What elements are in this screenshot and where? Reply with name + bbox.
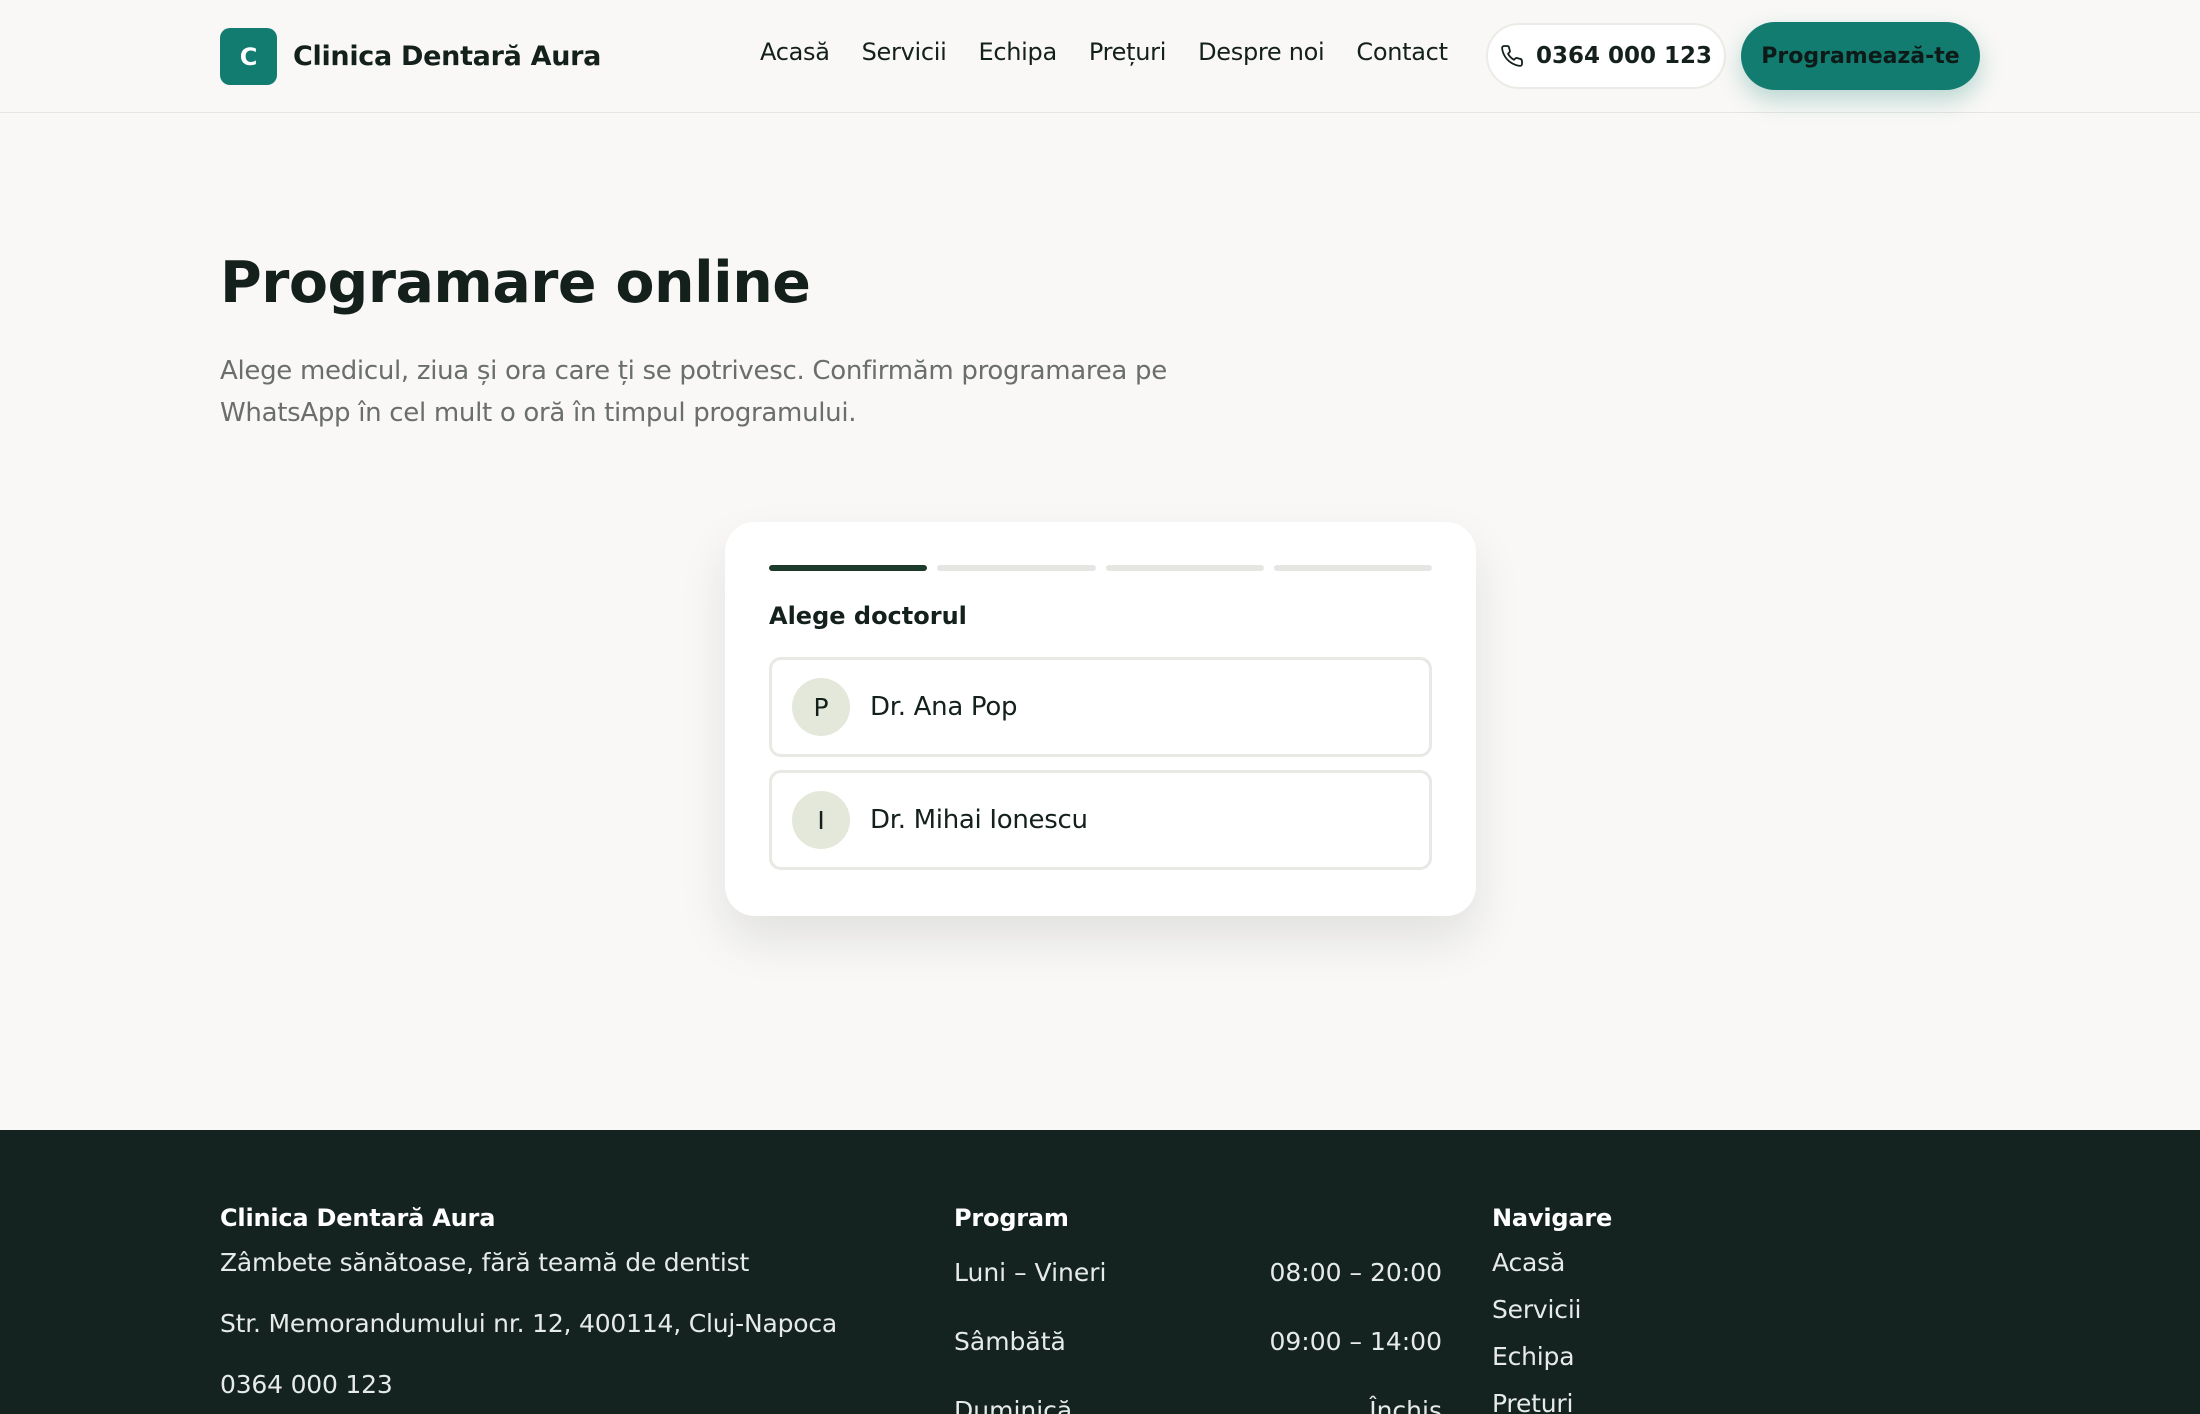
progress-steps bbox=[769, 565, 1432, 571]
doctor-name: Dr. Ana Pop bbox=[870, 692, 1018, 722]
brand-link[interactable]: C Clinica Dentară Aura bbox=[220, 28, 601, 85]
main-nav: Acasă Servicii Echipa Prețuri Despre noi… bbox=[760, 38, 1448, 66]
step-title: Alege doctorul bbox=[769, 602, 967, 630]
program-hours: 08:00 – 20:00 bbox=[1269, 1258, 1443, 1287]
navigation-heading: Navigare bbox=[1492, 1204, 1613, 1232]
avatar: I bbox=[792, 791, 850, 849]
footer-nav-servicii[interactable]: Servicii bbox=[1492, 1295, 1612, 1324]
phone-button[interactable]: 0364 000 123 bbox=[1486, 23, 1726, 89]
program-day: Duminică bbox=[954, 1396, 1073, 1414]
nav-item-echipa[interactable]: Echipa bbox=[979, 38, 1058, 66]
program-day: Luni – Vineri bbox=[954, 1258, 1107, 1287]
site-footer: Clinica Dentară Aura Zâmbete sănătoase, … bbox=[0, 1130, 2200, 1414]
footer-navigation: Navigare Acasă Servicii Echipa Prețuri bbox=[1492, 1204, 1612, 1414]
book-appointment-button[interactable]: Programează-te bbox=[1741, 22, 1980, 90]
footer-phone[interactable]: 0364 000 123 bbox=[220, 1370, 837, 1399]
program-row: Luni – Vineri 08:00 – 20:00 bbox=[954, 1258, 1442, 1287]
nav-item-acasa[interactable]: Acasă bbox=[760, 38, 830, 66]
nav-item-preturi[interactable]: Prețuri bbox=[1089, 38, 1167, 66]
nav-item-servicii[interactable]: Servicii bbox=[862, 38, 947, 66]
footer-program: Program Luni – Vineri 08:00 – 20:00 Sâmb… bbox=[954, 1204, 1442, 1414]
progress-step-1 bbox=[769, 565, 928, 571]
program-hours: 09:00 – 14:00 bbox=[1269, 1327, 1443, 1356]
footer-nav-acasa[interactable]: Acasă bbox=[1492, 1248, 1612, 1277]
program-day: Sâmbătă bbox=[954, 1327, 1066, 1356]
nav-item-contact[interactable]: Contact bbox=[1356, 38, 1448, 66]
footer-about: Clinica Dentară Aura Zâmbete sănătoase, … bbox=[220, 1204, 837, 1399]
phone-icon bbox=[1500, 44, 1524, 68]
progress-step-3 bbox=[1105, 565, 1264, 571]
doctor-name: Dr. Mihai Ionescu bbox=[870, 805, 1088, 835]
footer-address: Str. Memorandumului nr. 12, 400114, Cluj… bbox=[220, 1309, 838, 1338]
logo-icon: C bbox=[220, 28, 277, 85]
doctor-option-mihai-ionescu[interactable]: I Dr. Mihai Ionescu bbox=[769, 770, 1432, 870]
program-hours: Închis bbox=[1369, 1396, 1442, 1414]
avatar: P bbox=[792, 678, 850, 736]
progress-step-2 bbox=[937, 565, 1096, 571]
page-subtitle: Alege medicul, ziua și ora care ți se po… bbox=[220, 356, 1167, 428]
progress-step-4 bbox=[1273, 565, 1432, 571]
page-title: Programare online bbox=[220, 250, 811, 316]
phone-number: 0364 000 123 bbox=[1535, 43, 1713, 69]
program-row: Sâmbătă 09:00 – 14:00 bbox=[954, 1327, 1442, 1356]
booking-card: Alege doctorul P Dr. Ana Pop I Dr. Mihai… bbox=[725, 522, 1476, 916]
footer-nav-echipa[interactable]: Echipa bbox=[1492, 1342, 1612, 1371]
nav-item-despre-noi[interactable]: Despre noi bbox=[1198, 38, 1325, 66]
doctor-option-ana-pop[interactable]: P Dr. Ana Pop bbox=[769, 657, 1432, 757]
program-heading: Program bbox=[954, 1204, 1069, 1232]
footer-brand: Clinica Dentară Aura bbox=[220, 1204, 496, 1232]
brand-name: Clinica Dentară Aura bbox=[293, 41, 602, 72]
footer-tagline: Zâmbete sănătoase, fără teamă de dentist bbox=[220, 1248, 750, 1277]
program-row: Duminică Închis bbox=[954, 1396, 1442, 1414]
footer-nav-preturi[interactable]: Prețuri bbox=[1492, 1389, 1612, 1414]
site-header: C Clinica Dentară Aura Acasă Servicii Ec… bbox=[0, 0, 2200, 113]
